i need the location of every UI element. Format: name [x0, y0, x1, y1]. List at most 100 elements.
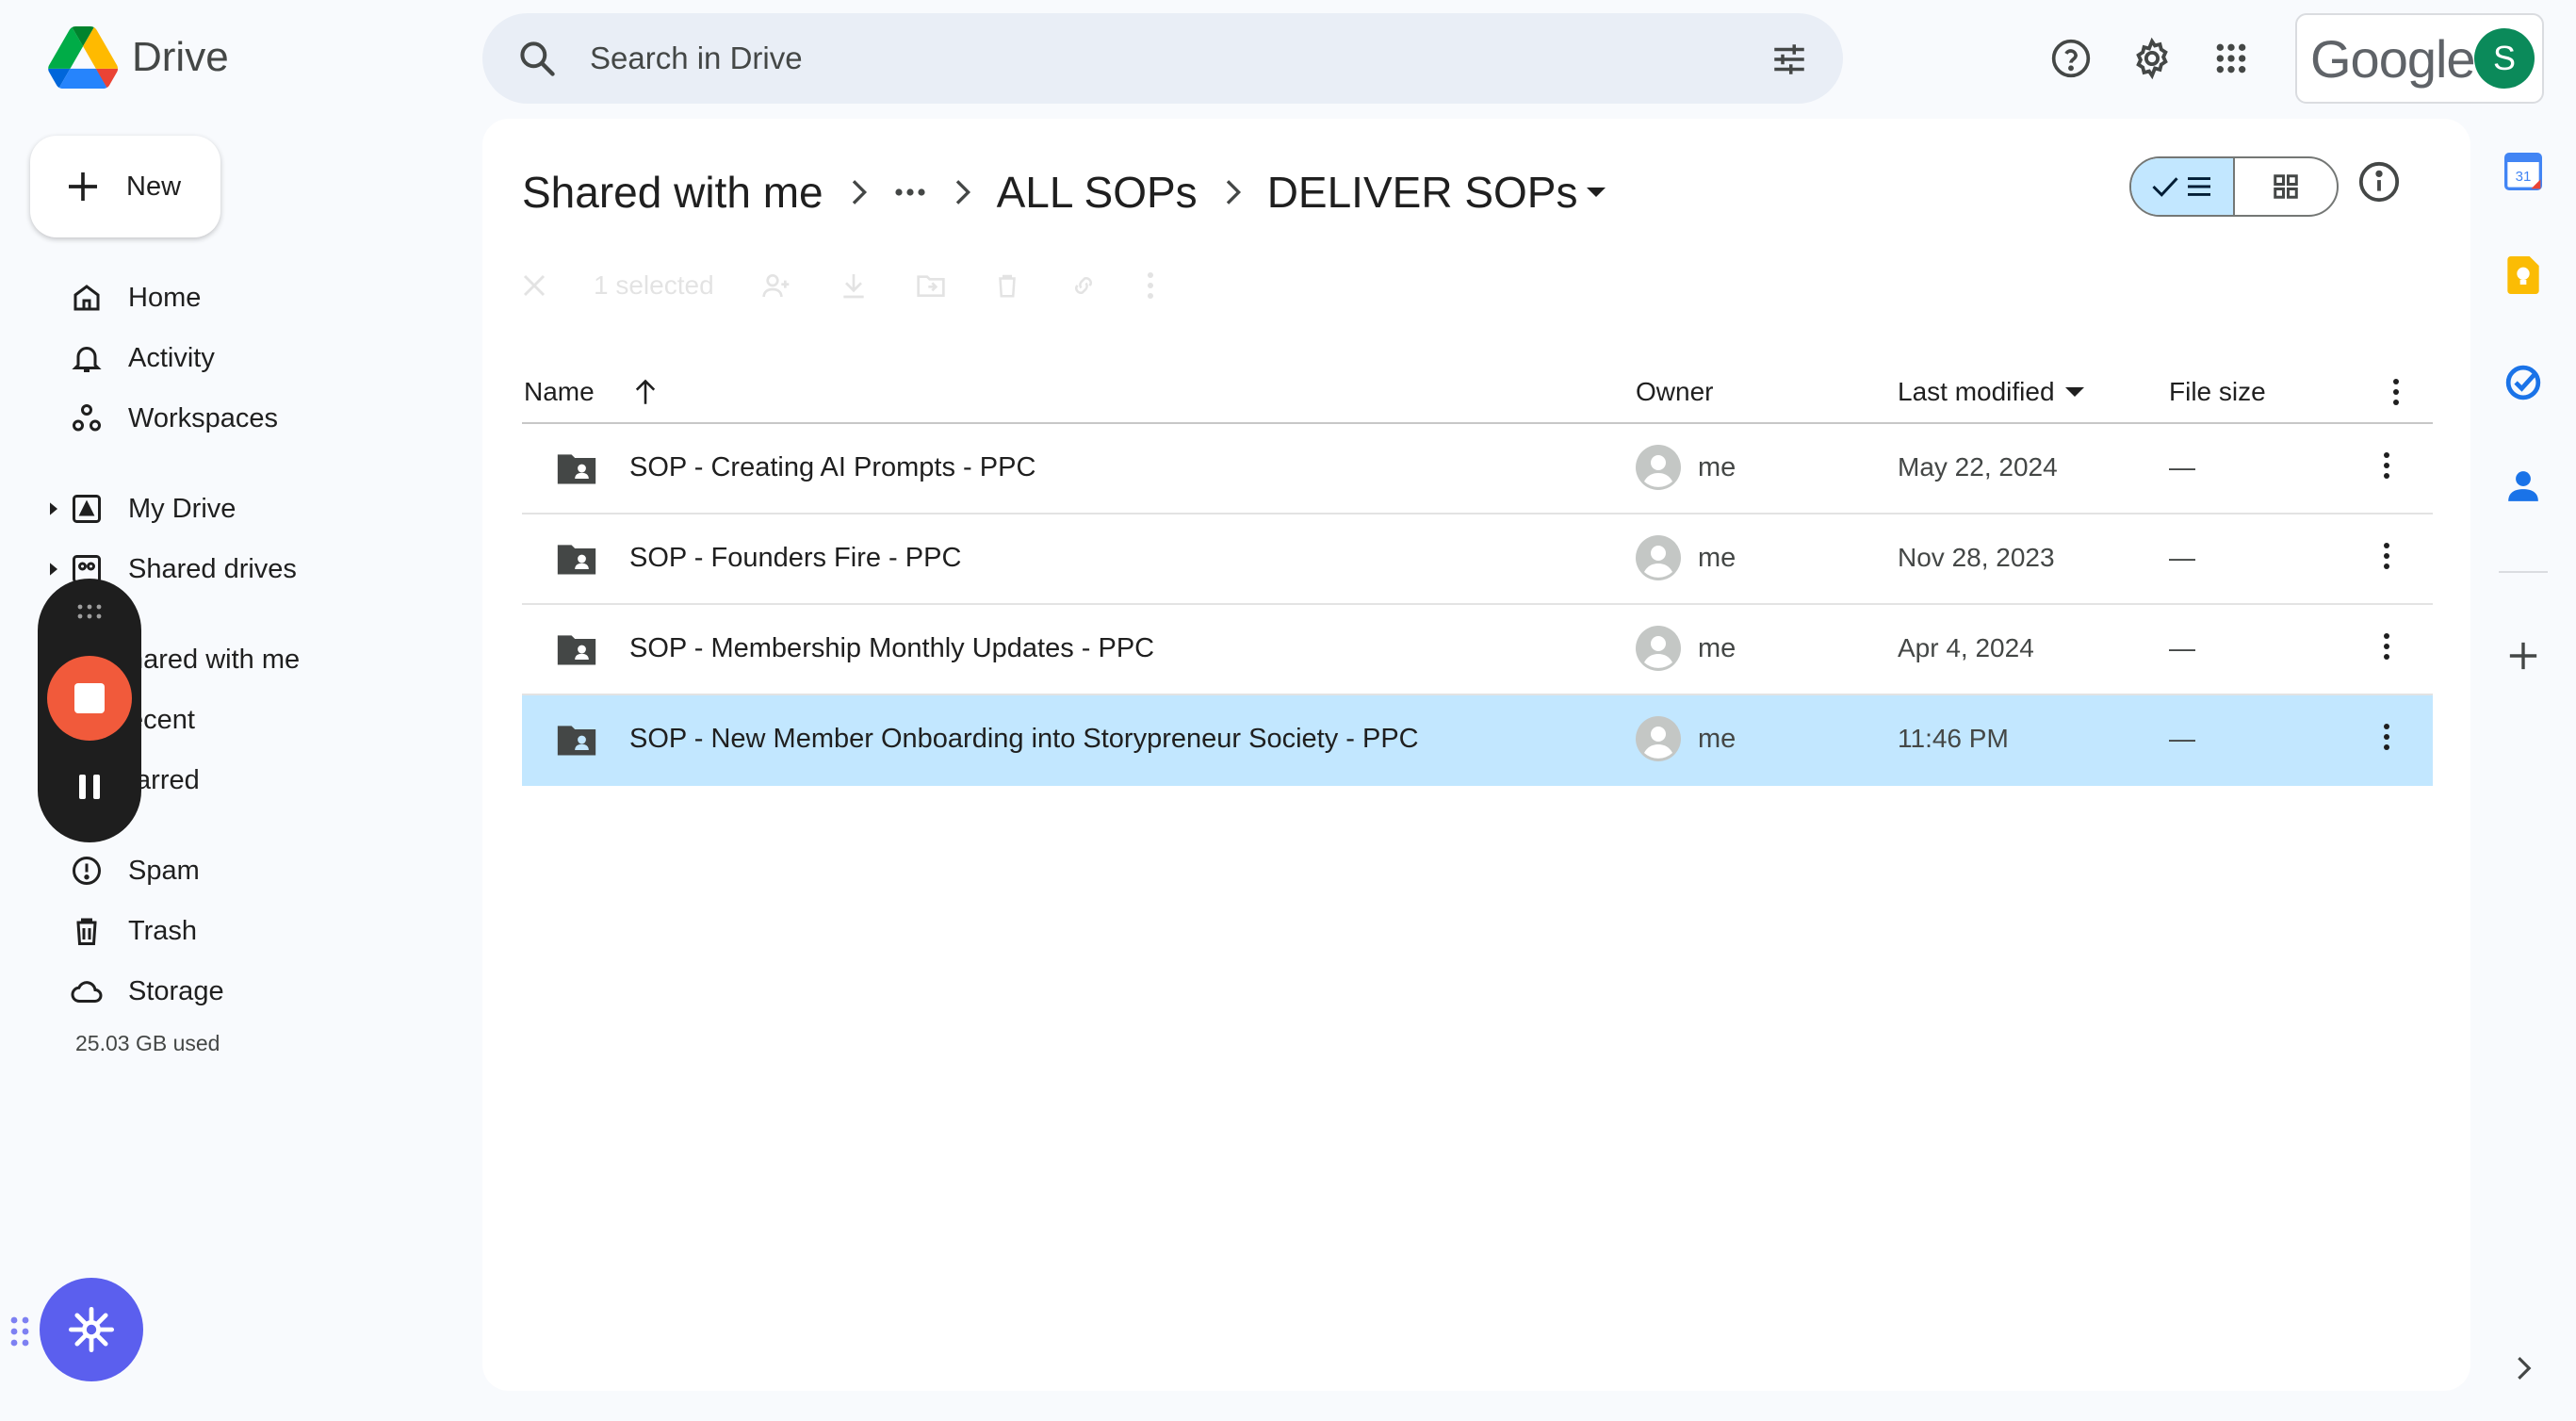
- breadcrumb-all-sops[interactable]: ALL SOPs: [997, 167, 1198, 218]
- sidebar-item-activity[interactable]: Activity: [36, 334, 215, 383]
- stop-recording-button[interactable]: [47, 656, 132, 741]
- user-avatar-icon: [1636, 535, 1681, 580]
- share-icon[interactable]: [759, 270, 793, 301]
- plus-icon: [69, 172, 97, 201]
- file-name[interactable]: SOP - Founders Fire - PPC: [629, 543, 961, 574]
- owner-cell: me: [1636, 626, 1736, 671]
- more-vertical-icon[interactable]: [2382, 541, 2391, 571]
- file-size: —: [2169, 633, 2195, 662]
- sparkle-burst-icon: [68, 1306, 115, 1353]
- table-row[interactable]: SOP - Founders Fire - PPC me Nov 28, 202…: [522, 514, 2433, 605]
- search-options-icon[interactable]: [1769, 40, 1809, 79]
- sidebar-item-workspaces[interactable]: Workspaces: [36, 394, 278, 443]
- shared-folder-icon: [557, 545, 596, 575]
- sidebar-item-spam[interactable]: Spam: [36, 846, 200, 895]
- info-icon[interactable]: [2357, 160, 2401, 204]
- chevron-right-icon: [955, 180, 970, 204]
- chevron-right-icon: [852, 180, 867, 204]
- last-modified: Nov 28, 2023: [1898, 543, 2055, 572]
- column-header-last-modified[interactable]: Last modified: [1898, 377, 2085, 407]
- contacts-icon[interactable]: [2503, 466, 2544, 507]
- expand-caret-icon[interactable]: [47, 562, 60, 577]
- sidebar-item-trash[interactable]: Trash: [36, 906, 197, 956]
- owner-cell: me: [1636, 716, 1736, 761]
- new-button[interactable]: New: [30, 136, 220, 237]
- tasks-icon[interactable]: [2503, 362, 2544, 403]
- more-vertical-icon[interactable]: [2391, 377, 2401, 407]
- trash-icon[interactable]: [993, 270, 1021, 301]
- more-vertical-icon[interactable]: [2382, 631, 2391, 662]
- column-header-label: Owner: [1636, 377, 1714, 406]
- trash-icon: [62, 906, 111, 956]
- move-folder-icon[interactable]: [914, 270, 948, 301]
- sidebar-item-label: Activity: [128, 342, 215, 373]
- fab-drag-handle-icon[interactable]: [9, 1315, 30, 1348]
- avatar[interactable]: S: [2474, 28, 2535, 89]
- more-vertical-icon[interactable]: [1146, 270, 1155, 301]
- file-name[interactable]: SOP - Membership Monthly Updates - PPC: [629, 633, 1154, 664]
- calendar-icon[interactable]: 31: [2503, 151, 2544, 192]
- file-name[interactable]: SOP - New Member Onboarding into Storypr…: [629, 724, 1419, 755]
- rail-divider: [2499, 571, 2548, 573]
- expand-panel-chevron-icon[interactable]: [2503, 1348, 2544, 1389]
- expand-caret-icon[interactable]: [47, 501, 60, 516]
- sidebar-item-home[interactable]: Home: [36, 273, 201, 322]
- bell-icon: [62, 334, 111, 383]
- shared-folder-icon: [557, 726, 596, 756]
- list-view-button[interactable]: [2131, 158, 2235, 215]
- google-account-button[interactable]: Google S: [2295, 13, 2544, 104]
- main-panel: Shared with me ALL SOPs DELIVER SOPs 1 s…: [482, 119, 2470, 1391]
- add-addon-plus-icon[interactable]: [2503, 635, 2544, 677]
- help-icon[interactable]: [2043, 30, 2099, 87]
- table-row-selected[interactable]: SOP - New Member Onboarding into Storypr…: [522, 695, 2433, 786]
- shared-folder-icon: [557, 454, 596, 484]
- keep-icon[interactable]: [2503, 254, 2544, 296]
- download-icon[interactable]: [839, 270, 869, 301]
- file-size: —: [2169, 452, 2195, 482]
- cloud-icon: [62, 967, 111, 1016]
- settings-gear-icon[interactable]: [2124, 30, 2180, 87]
- search-input[interactable]: Search in Drive: [590, 41, 803, 76]
- grid-view-button[interactable]: [2235, 158, 2337, 215]
- breadcrumb-current-folder[interactable]: DELIVER SOPs: [1267, 167, 1608, 218]
- spam-icon: [62, 846, 111, 895]
- view-toggle[interactable]: [2129, 156, 2339, 217]
- screen-recorder-widget[interactable]: [38, 579, 141, 842]
- more-vertical-icon[interactable]: [2382, 450, 2391, 481]
- more-horizontal-icon[interactable]: [893, 187, 927, 198]
- close-icon[interactable]: [520, 271, 548, 300]
- owner-name: me: [1698, 451, 1736, 482]
- sidebar-item-label: Shared drives: [128, 553, 297, 584]
- apps-grid-icon[interactable]: [2203, 30, 2259, 87]
- drag-handle-icon[interactable]: [75, 603, 104, 620]
- table-row[interactable]: SOP - Membership Monthly Updates - PPC m…: [522, 605, 2433, 695]
- more-vertical-icon[interactable]: [2382, 722, 2391, 752]
- sidebar-item-label: hared with me: [128, 644, 301, 675]
- assistant-fab-button[interactable]: [40, 1278, 143, 1381]
- sort-ascending-arrow-icon[interactable]: [632, 378, 659, 406]
- google-wordmark: Google: [2310, 28, 2476, 89]
- owner-name: me: [1698, 723, 1736, 754]
- file-name[interactable]: SOP - Creating AI Prompts - PPC: [629, 452, 1035, 483]
- column-header-name[interactable]: Name: [524, 377, 659, 407]
- app-name: Drive: [132, 34, 229, 80]
- sidebar-item-my-drive[interactable]: My Drive: [36, 484, 236, 533]
- breadcrumb-root[interactable]: Shared with me: [522, 167, 823, 218]
- column-header-owner[interactable]: Owner: [1636, 377, 1713, 407]
- sidebar-item-label: Spam: [128, 855, 200, 886]
- selection-count: 1 selected: [594, 270, 714, 300]
- owner-name: me: [1698, 632, 1736, 663]
- column-header-file-size[interactable]: File size: [2169, 377, 2266, 407]
- file-size: —: [2169, 724, 2195, 753]
- drive-logo[interactable]: Drive: [47, 26, 229, 89]
- link-icon[interactable]: [1067, 271, 1101, 300]
- pause-icon[interactable]: [77, 773, 102, 801]
- sidebar-item-storage[interactable]: Storage: [36, 967, 224, 1016]
- shared-folder-icon: [557, 635, 596, 665]
- grid-icon: [2274, 174, 2298, 199]
- search-bar[interactable]: Search in Drive: [482, 13, 1843, 104]
- search-icon[interactable]: [516, 38, 558, 79]
- breadcrumb-current-label: DELIVER SOPs: [1266, 168, 1578, 217]
- table-row[interactable]: SOP - Creating AI Prompts - PPC me May 2…: [522, 424, 2433, 514]
- stop-icon: [74, 683, 105, 713]
